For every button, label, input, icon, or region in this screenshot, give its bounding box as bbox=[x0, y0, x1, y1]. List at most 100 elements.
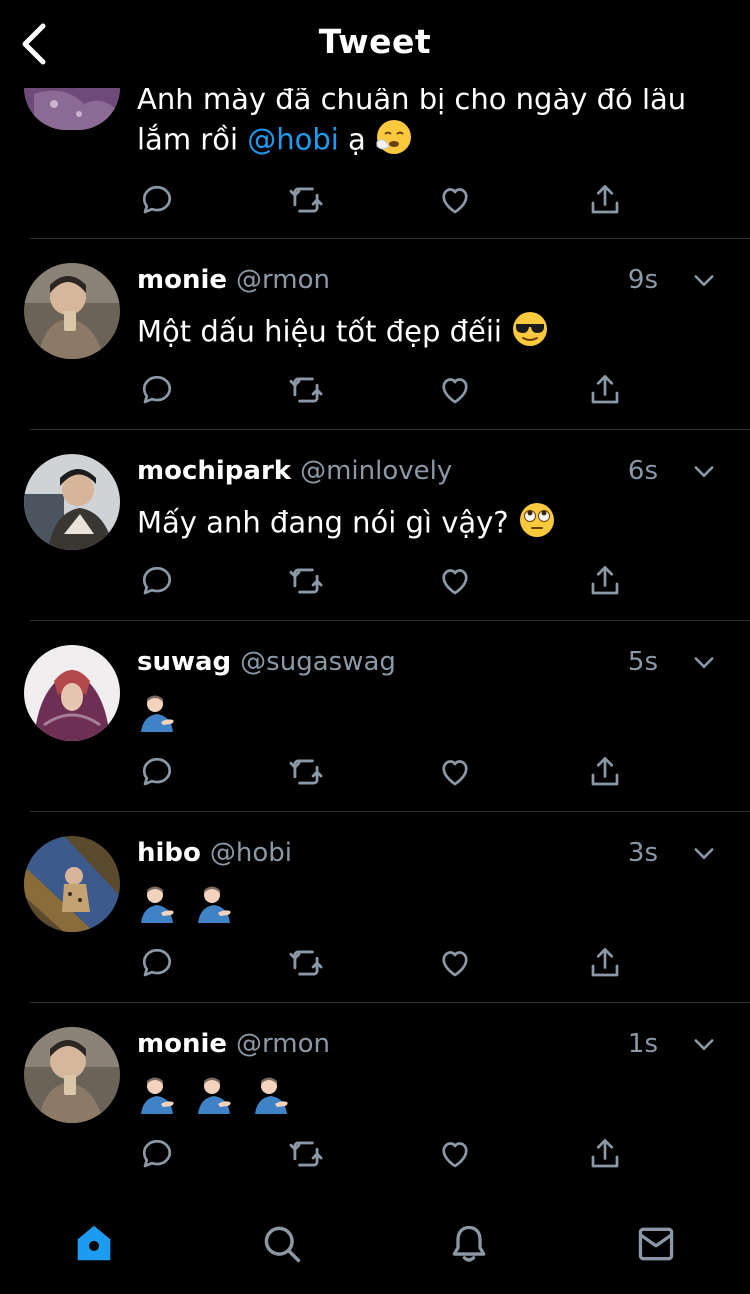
like-button[interactable] bbox=[433, 941, 477, 985]
reply-button[interactable] bbox=[135, 750, 179, 794]
person-tipping-hand-icon bbox=[194, 883, 234, 932]
reply-button[interactable] bbox=[135, 1132, 179, 1176]
retweet-button[interactable] bbox=[284, 1132, 328, 1176]
heart-icon bbox=[442, 1142, 468, 1168]
tweet-text bbox=[137, 883, 710, 932]
tweet-item-2[interactable]: mochipark @minlovely 6s Mấy anh đang nói… bbox=[0, 430, 750, 621]
timestamp: 6s bbox=[627, 456, 658, 486]
retweet-button[interactable] bbox=[284, 750, 328, 794]
like-button[interactable] bbox=[433, 1132, 477, 1176]
retweet-button[interactable] bbox=[284, 368, 328, 412]
tweet-header: suwag @sugaswag 5s bbox=[137, 642, 720, 682]
share-button[interactable] bbox=[583, 368, 627, 412]
display-name[interactable]: suwag bbox=[137, 647, 231, 677]
top-bar: Tweet bbox=[0, 0, 750, 88]
chevron-down-icon[interactable] bbox=[690, 839, 718, 867]
like-button[interactable] bbox=[433, 559, 477, 603]
tweet-thread: Anh mày đã chuân bị cho ngày đó lâu lắm … bbox=[0, 0, 750, 1200]
page-title: Tweet bbox=[318, 22, 432, 61]
share-icon bbox=[591, 185, 619, 214]
nav-search[interactable] bbox=[258, 1220, 306, 1268]
share-button[interactable] bbox=[583, 178, 627, 222]
retweet-button[interactable] bbox=[284, 941, 328, 985]
retweet-icon bbox=[289, 377, 323, 403]
user-handle[interactable]: @minlovely bbox=[300, 456, 452, 486]
tweet-actions bbox=[0, 368, 750, 412]
person-tipping-hand-icon bbox=[137, 1074, 177, 1123]
like-button[interactable] bbox=[433, 178, 477, 222]
tweet-item-5[interactable]: monie @rmon 1s bbox=[0, 1003, 750, 1194]
display-name[interactable]: mochipark bbox=[137, 456, 291, 486]
chevron-down-icon[interactable] bbox=[690, 1030, 718, 1058]
tweet-actions bbox=[0, 178, 750, 222]
avatar[interactable] bbox=[24, 1027, 120, 1123]
chevron-down-icon[interactable] bbox=[690, 266, 718, 294]
tweet-header: monie @rmon 9s bbox=[137, 260, 720, 300]
avatar[interactable] bbox=[24, 263, 120, 359]
tweet-item-1[interactable]: monie @rmon 9s Một dấu hiệu tốt đẹp đếii bbox=[0, 239, 750, 430]
tweet-text-suffix: ạ bbox=[338, 122, 366, 157]
mention-link[interactable]: @hobi bbox=[247, 123, 339, 157]
user-handle[interactable]: @rmon bbox=[236, 1029, 330, 1059]
sunglasses-face-icon bbox=[511, 310, 549, 357]
eye-roll-face-icon bbox=[518, 501, 556, 548]
user-handle[interactable]: @rmon bbox=[236, 265, 330, 295]
tweet-text: Mấy anh đang nói gì vậy? bbox=[137, 501, 710, 548]
person-tipping-hand-icon bbox=[137, 692, 177, 741]
share-button[interactable] bbox=[583, 559, 627, 603]
timestamp: 5s bbox=[627, 647, 658, 677]
nav-notifications[interactable] bbox=[445, 1220, 493, 1268]
tweet-item-4[interactable]: hibo @hobi 3s bbox=[0, 812, 750, 1003]
avatar[interactable] bbox=[24, 836, 120, 932]
tweet-header: hibo @hobi 3s bbox=[137, 833, 720, 873]
reply-button[interactable] bbox=[135, 559, 179, 603]
reply-icon bbox=[142, 948, 172, 977]
display-name[interactable]: monie bbox=[137, 1029, 227, 1059]
chevron-down-icon[interactable] bbox=[690, 457, 718, 485]
share-button[interactable] bbox=[583, 750, 627, 794]
reply-button[interactable] bbox=[135, 368, 179, 412]
tweet-header: mochipark @minlovely 6s bbox=[137, 451, 720, 491]
retweet-button[interactable] bbox=[284, 559, 328, 603]
share-button[interactable] bbox=[583, 941, 627, 985]
share-button[interactable] bbox=[583, 1132, 627, 1176]
user-handle[interactable]: @sugaswag bbox=[240, 647, 396, 677]
like-button[interactable] bbox=[433, 368, 477, 412]
avatar[interactable] bbox=[24, 454, 120, 550]
tweet-actions bbox=[0, 941, 750, 985]
reply-icon bbox=[142, 185, 172, 214]
retweet-button[interactable] bbox=[284, 178, 328, 222]
tweet-text: Anh mày đã chuân bị cho ngày đó lâu lắm … bbox=[137, 80, 710, 165]
nav-home[interactable] bbox=[70, 1220, 118, 1268]
tweet-header: monie @rmon 1s bbox=[137, 1024, 720, 1064]
heart-icon bbox=[442, 569, 468, 595]
avatar[interactable] bbox=[24, 645, 120, 741]
display-name[interactable]: hibo bbox=[137, 838, 201, 868]
share-icon bbox=[591, 375, 619, 404]
reply-icon bbox=[142, 1139, 172, 1168]
messages-icon bbox=[638, 1227, 674, 1261]
like-button[interactable] bbox=[433, 750, 477, 794]
nav-messages[interactable] bbox=[632, 1220, 680, 1268]
display-name[interactable]: monie bbox=[137, 265, 227, 295]
person-tipping-hand-icon bbox=[194, 1074, 234, 1123]
retweet-icon bbox=[289, 759, 323, 785]
tweet-item-3[interactable]: suwag @sugaswag 5s bbox=[0, 621, 750, 812]
tweet-text: Một dấu hiệu tốt đẹp đếii bbox=[137, 310, 710, 357]
reply-button[interactable] bbox=[135, 941, 179, 985]
timestamp: 9s bbox=[627, 265, 658, 295]
tweet-text-body: Một dấu hiệu tốt đẹp đếii bbox=[137, 314, 502, 349]
share-icon bbox=[591, 566, 619, 595]
tweet-actions bbox=[0, 1132, 750, 1176]
user-handle[interactable]: @hobi bbox=[210, 838, 292, 868]
tweet-text bbox=[137, 1074, 710, 1123]
home-icon bbox=[77, 1225, 111, 1261]
reply-button[interactable] bbox=[135, 178, 179, 222]
retweet-icon bbox=[289, 187, 323, 213]
person-tipping-hand-icon bbox=[137, 883, 177, 932]
share-icon bbox=[591, 757, 619, 786]
notifications-icon bbox=[452, 1225, 486, 1262]
chevron-down-icon[interactable] bbox=[690, 648, 718, 676]
timestamp: 1s bbox=[627, 1029, 658, 1059]
heart-icon bbox=[442, 188, 468, 214]
